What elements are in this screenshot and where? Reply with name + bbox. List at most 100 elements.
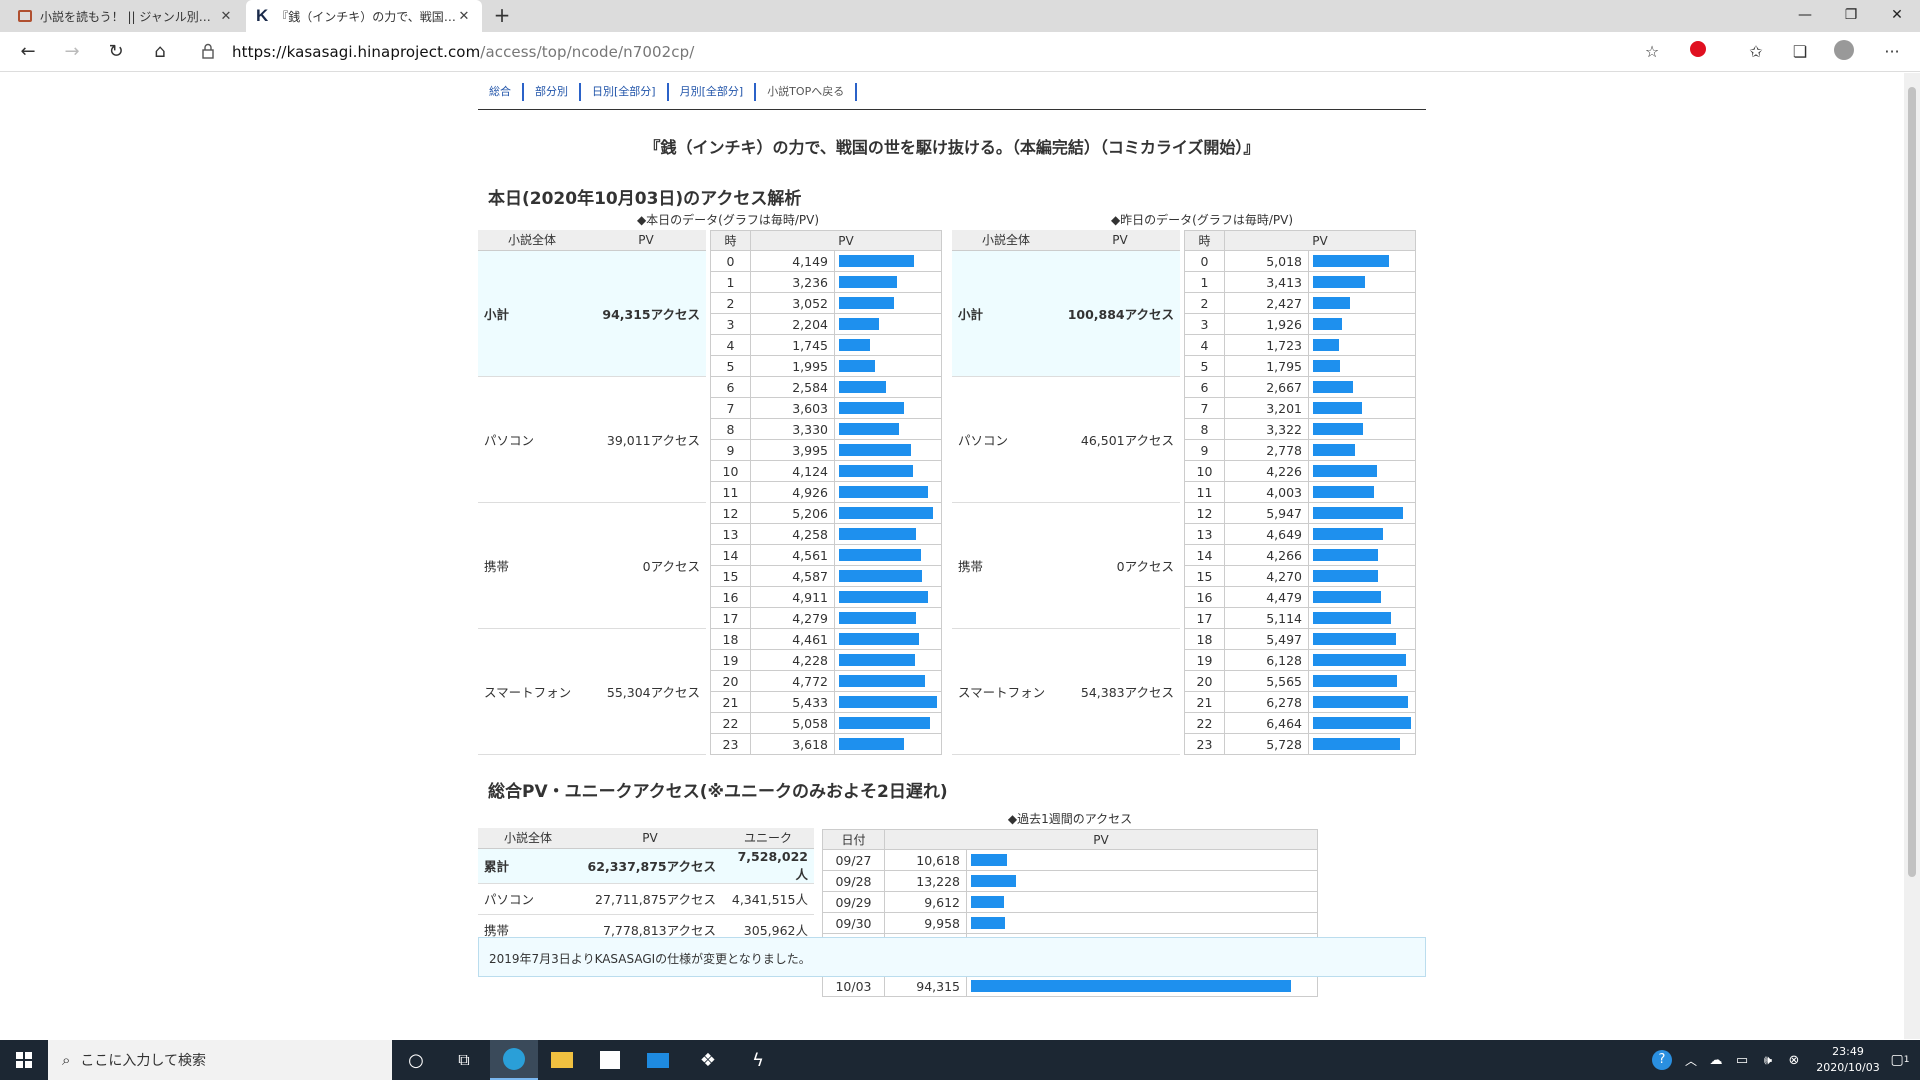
hourly-row: 6 2,584 <box>710 376 942 398</box>
ime-icon[interactable]: ⊗ <box>1782 1040 1806 1080</box>
menu-more-icon[interactable]: ··· <box>1880 40 1904 64</box>
summary-row: 小計 94,315アクセス <box>478 250 706 377</box>
bar-cell <box>1308 460 1416 482</box>
chevron-up-icon[interactable]: ︿ <box>1680 1040 1702 1080</box>
favorite-star-icon[interactable]: ☆ <box>1640 40 1664 64</box>
nav-by-part[interactable]: 部分別 <box>524 83 581 101</box>
refresh-icon[interactable]: ↻ <box>100 38 132 66</box>
top-navigation: 総合 部分別 日別[全部分] 月別[全部分] 小説TOPへ戻る <box>478 73 1426 110</box>
bar-cell <box>834 670 942 692</box>
dropbox-icon[interactable]: ❖ <box>686 1040 730 1080</box>
volume-icon[interactable]: 🕪 <box>1756 1040 1780 1080</box>
week-row: 09/28 13,228 <box>822 870 1318 892</box>
hour-label: 1 <box>1184 271 1225 293</box>
tab-kasasagi[interactable]: K 『銭（インチキ）の力で、戦国の世を駆け抜ける。（本編完結）（コミカライズ開始… <box>246 0 482 32</box>
summary-row: スマートフォン 54,383アクセス <box>952 628 1180 756</box>
bar-cell <box>834 712 942 734</box>
cloud-icon[interactable]: ☁ <box>1704 1040 1728 1080</box>
new-tab-button[interactable]: + <box>490 4 514 28</box>
hour-label: 9 <box>710 439 751 461</box>
taskbar-search-input[interactable]: ⌕ ここに入力して検索 <box>48 1040 392 1080</box>
week-date: 09/30 <box>822 912 885 934</box>
close-window-icon[interactable]: ✕ <box>1874 0 1920 32</box>
hour-pv: 2,778 <box>1224 439 1309 461</box>
hour-label: 12 <box>710 502 751 524</box>
hour-pv: 4,911 <box>750 586 835 608</box>
pv-bar <box>839 717 930 729</box>
close-icon[interactable]: ✕ <box>456 9 472 24</box>
pv-bar <box>971 854 1007 866</box>
store-icon[interactable] <box>588 1040 632 1080</box>
col-header: 小説全体 <box>478 230 586 251</box>
network-icon[interactable]: ▭ <box>1730 1040 1754 1080</box>
hour-pv: 4,003 <box>1224 481 1309 503</box>
help-icon[interactable]: ? <box>1648 1040 1676 1080</box>
favorites-icon[interactable]: ✩ <box>1744 40 1768 64</box>
total-label: 累計 <box>478 848 578 884</box>
cortana-icon[interactable]: ○ <box>396 1040 436 1080</box>
nav-total[interactable]: 総合 <box>478 83 524 101</box>
pv-bar <box>839 633 919 645</box>
week-pv: 9,612 <box>884 891 967 913</box>
pv-bar <box>1313 675 1397 687</box>
bar-cell <box>966 912 1318 934</box>
hourly-row: 0 5,018 <box>1184 250 1416 272</box>
hour-label: 18 <box>710 628 751 650</box>
hour-pv: 5,565 <box>1224 670 1309 692</box>
bar-cell <box>1308 439 1416 461</box>
bar-cell <box>834 397 942 419</box>
hour-label: 20 <box>710 670 751 692</box>
hourly-row: 21 5,433 <box>710 691 942 713</box>
maximize-icon[interactable]: ❐ <box>1828 0 1874 32</box>
clock[interactable]: 23:49 2020/10/03 <box>1808 1040 1888 1080</box>
bar-cell <box>1308 649 1416 671</box>
hourly-row: 11 4,926 <box>710 481 942 503</box>
nav-back-to-novel[interactable]: 小説TOPへ戻る <box>756 83 858 101</box>
nav-daily[interactable]: 日別[全部分] <box>581 83 669 101</box>
app-bolt-icon[interactable]: ϟ <box>736 1040 780 1080</box>
url-input[interactable]: https://kasasagi.hinaproject.com/access/… <box>190 37 1650 67</box>
bar-cell <box>1308 544 1416 566</box>
hour-label: 14 <box>1184 544 1225 566</box>
pv-bar <box>1313 696 1408 708</box>
col-header: 日付 <box>822 829 885 850</box>
hour-pv: 5,728 <box>1224 733 1309 755</box>
hour-pv: 4,479 <box>1224 586 1309 608</box>
file-explorer-icon[interactable] <box>540 1040 584 1080</box>
summary-label: パソコン <box>952 376 1060 503</box>
hourly-row: 22 6,464 <box>1184 712 1416 734</box>
close-icon[interactable]: ✕ <box>218 9 234 24</box>
hourly-row: 5 1,795 <box>1184 355 1416 377</box>
pv-bar <box>839 612 916 624</box>
profile-avatar-icon[interactable] <box>1832 40 1856 64</box>
back-arrow-icon[interactable]: ← <box>12 38 44 66</box>
home-icon[interactable]: ⌂ <box>144 38 176 66</box>
edge-icon[interactable] <box>490 1040 538 1080</box>
hour-label: 4 <box>1184 334 1225 356</box>
notification-icon[interactable]: ▢ 1 <box>1880 1040 1920 1080</box>
minimize-icon[interactable]: — <box>1782 0 1828 32</box>
pv-bar <box>839 654 915 666</box>
hour-label: 5 <box>710 355 751 377</box>
summary-value: 0アクセス <box>1060 502 1180 629</box>
collections-icon[interactable]: ❏ <box>1788 40 1812 64</box>
mail-icon[interactable] <box>636 1040 680 1080</box>
hour-label: 5 <box>1184 355 1225 377</box>
hour-pv: 3,603 <box>750 397 835 419</box>
nav-monthly[interactable]: 月別[全部分] <box>669 83 757 101</box>
scrollbar[interactable] <box>1904 73 1920 1039</box>
scrollbar-thumb[interactable] <box>1908 87 1916 877</box>
hourly-row: 12 5,947 <box>1184 502 1416 524</box>
summary-value: 55,304アクセス <box>586 628 706 756</box>
hourly-row: 8 3,330 <box>710 418 942 440</box>
windows-start-icon[interactable] <box>0 1040 48 1080</box>
extension-icon[interactable] <box>1686 40 1710 64</box>
hourly-row: 7 3,201 <box>1184 397 1416 419</box>
hour-pv: 4,587 <box>750 565 835 587</box>
hourly-row: 8 3,322 <box>1184 418 1416 440</box>
tab-ranking[interactable]: 小説を読もう！ || ジャンル別小説ランキング ✕ <box>8 0 244 32</box>
hour-pv: 5,058 <box>750 712 835 734</box>
forward-arrow-icon[interactable]: → <box>56 38 88 66</box>
task-view-icon[interactable]: ⧉ <box>444 1040 484 1080</box>
hourly-row: 17 4,279 <box>710 607 942 629</box>
